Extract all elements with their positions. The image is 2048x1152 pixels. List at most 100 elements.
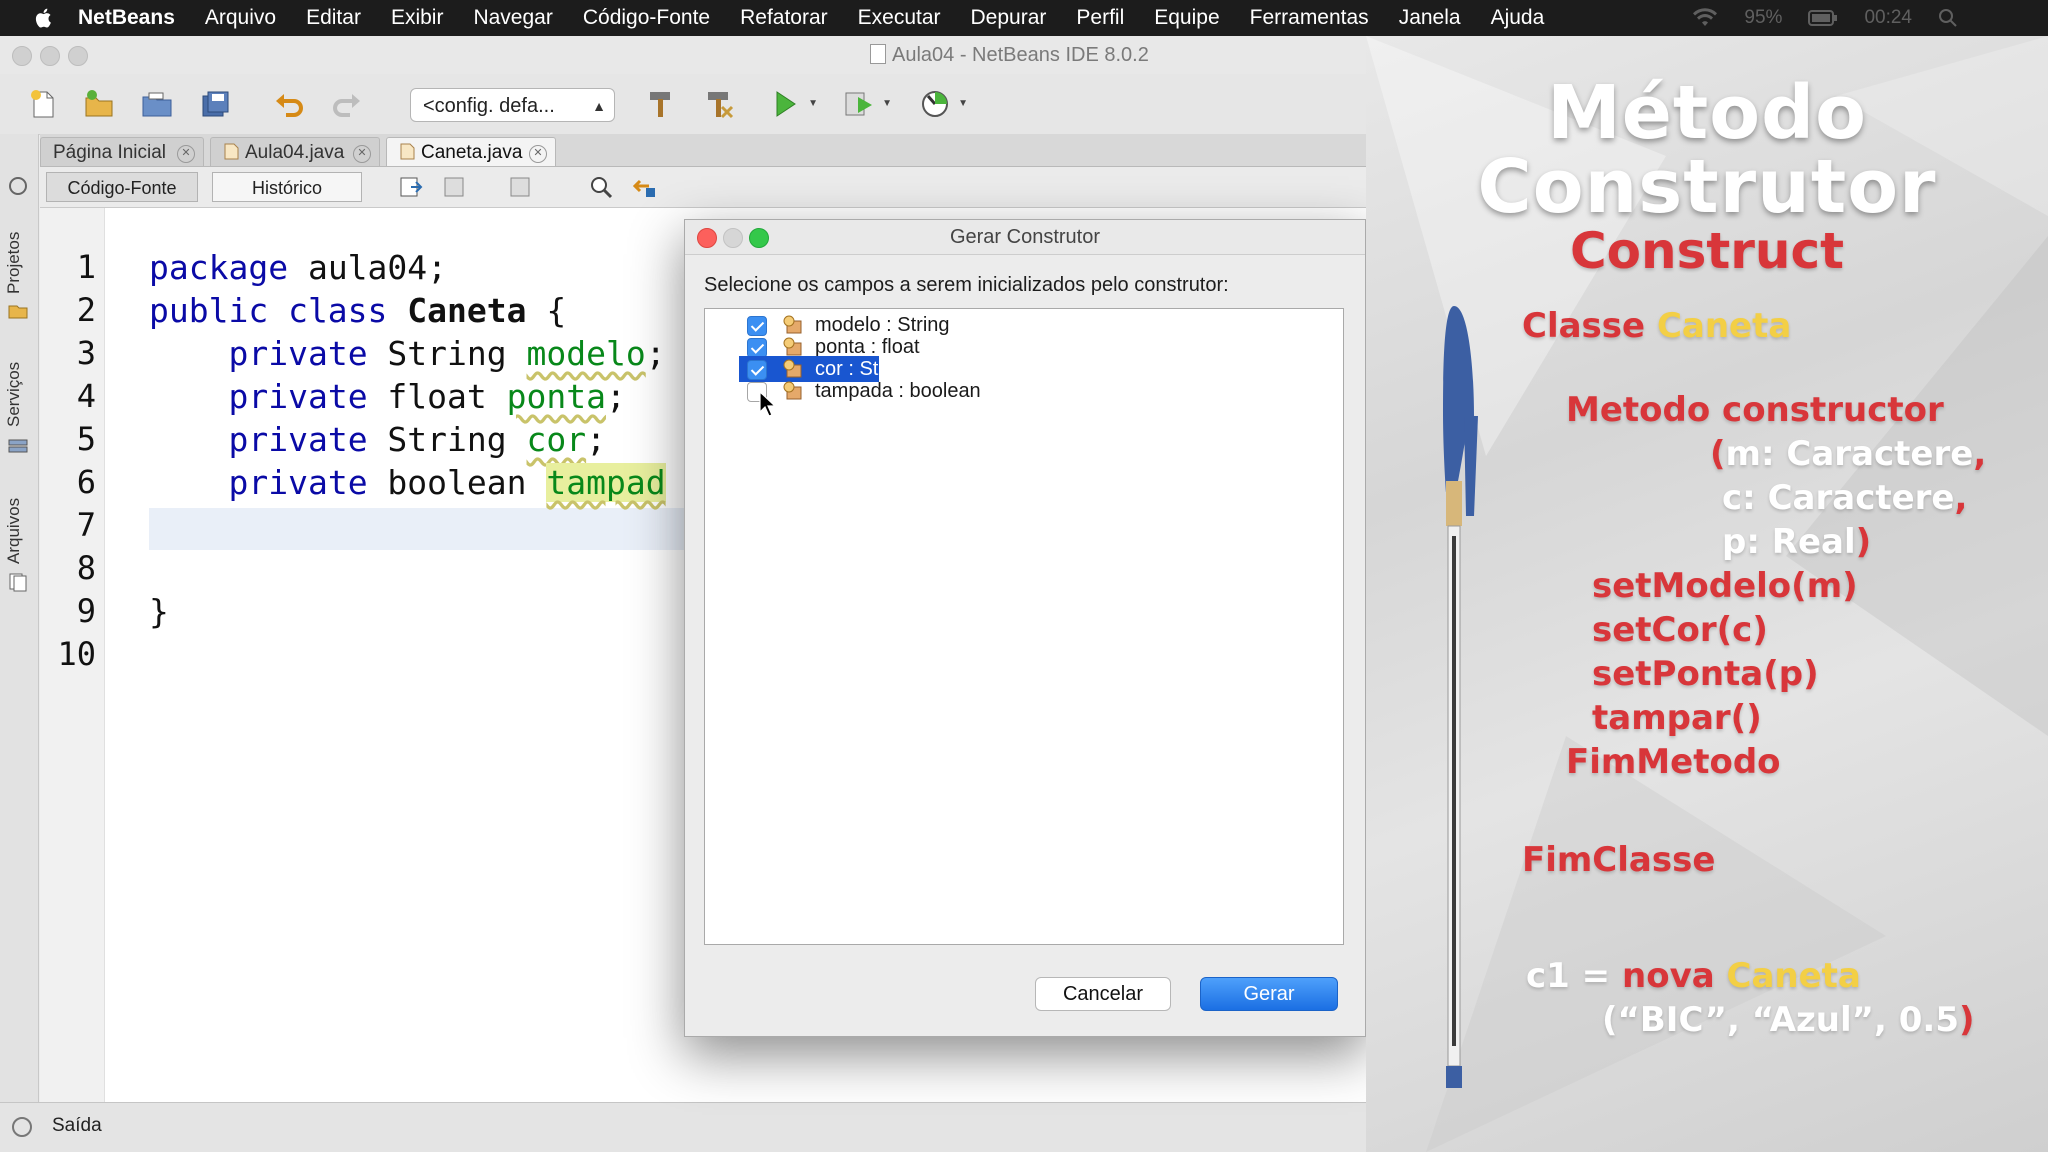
pseudocode-operator: = [1581,956,1611,996]
menu-depurar[interactable]: Depurar [971,6,1047,30]
panel-servicos[interactable]: Serviços [4,362,24,427]
line-number: 6 [76,463,96,501]
restore-panel-icon[interactable] [7,176,29,196]
window-title: Aula04 - NetBeans IDE 8.0.2 [870,44,1149,67]
menu-ajuda[interactable]: Ajuda [1491,6,1545,30]
undo-button[interactable] [270,86,308,122]
menu-editar[interactable]: Editar [306,6,361,30]
run-icon [776,91,796,117]
document-icon [870,44,886,64]
window-close-button[interactable] [12,46,32,66]
save-all-button[interactable] [196,86,234,122]
output-panel-tab[interactable]: Saída [52,1115,102,1137]
dialog-title: Gerar Construtor [949,226,1101,248]
debug-dropdown-icon[interactable]: ▼ [882,98,892,109]
menu-perfil[interactable]: Perfil [1076,6,1124,30]
last-edit-icon[interactable] [398,174,424,200]
slide-instantiation-line: c1 = nova Caneta [1526,956,1861,996]
code-line-5[interactable]: private String cor; [149,420,606,459]
field-row-tampada[interactable]: tampada : boolean [705,378,1341,404]
dialog-minimize-button [723,228,743,248]
close-tab-icon[interactable]: ✕ [177,145,195,163]
pseudocode-comma: , [1973,434,1987,474]
tab-label: Página Inicial [53,142,167,163]
clock[interactable]: 00:24 [1864,7,1912,29]
pseudocode-class-name: Caneta [1656,306,1792,346]
field-checkbox[interactable] [747,338,767,358]
pseudocode-paren: ) [1855,522,1872,562]
panel-arquivos[interactable]: Arquivos [4,498,24,564]
generate-button[interactable]: Gerar [1200,977,1338,1011]
history-view-button[interactable]: Histórico [212,172,362,202]
menu-refatorar[interactable]: Refatorar [740,6,828,30]
profile-button[interactable]: ▼ [916,86,968,122]
restore-output-icon[interactable] [12,1117,32,1137]
close-tab-icon[interactable]: ✕ [529,145,547,163]
source-view-button[interactable]: Código-Fonte [46,172,198,202]
field-checkbox[interactable] [747,360,767,380]
clean-build-button[interactable] [700,86,738,122]
menu-codigo-fonte[interactable]: Código-Fonte [583,6,710,30]
cancel-button[interactable]: Cancelar [1035,977,1171,1011]
new-file-button[interactable] [24,86,62,122]
field-checkbox[interactable] [747,316,767,336]
redo-button[interactable] [328,86,366,122]
line-number-gutter: 1 2 3 4 5 6 7 8 9 10 [40,208,105,1116]
code-line-6[interactable]: private boolean tampad [149,463,666,502]
field-checklist[interactable]: modelo : String ponta : float cor : Stri… [704,308,1344,945]
dialog-prompt: Selecione os campos a serem inicializado… [704,274,1229,296]
window-zoom-button[interactable] [68,46,88,66]
open-project-button[interactable] [138,86,176,122]
code-line-9[interactable]: } [149,592,169,631]
menu-app-name[interactable]: NetBeans [78,6,175,30]
close-tab-icon[interactable]: ✕ [353,145,371,163]
pseudocode-keyword: Classe [1522,306,1646,346]
line-number: 8 [76,549,96,587]
tab-aula04-java[interactable]: Aula04.java ✕ [210,137,380,166]
panel-projetos[interactable]: Projetos [4,232,24,294]
menu-arquivo[interactable]: Arquivo [205,6,276,30]
menu-ferramentas[interactable]: Ferramentas [1250,6,1369,30]
keyword: private [228,377,368,416]
code-line-2[interactable]: public class Caneta { [149,291,566,330]
pseudocode-paren: ( [1710,434,1726,474]
wifi-icon[interactable] [1692,8,1718,28]
pseudocode-var: c1 [1526,956,1570,996]
code-line-4[interactable]: private float ponta; [149,377,625,416]
tab-pagina-inicial[interactable]: Página Inicial ✕ [40,137,204,166]
menu-bar: NetBeans Arquivo Editar Exibir Navegar C… [0,0,2048,36]
search-icon[interactable] [1938,8,1958,28]
menu-exibir[interactable]: Exibir [391,6,444,30]
code-line-1[interactable]: package aula04; [149,248,447,287]
menu-navegar[interactable]: Navegar [473,6,552,30]
slide-call-setmodelo: setModelo(m) [1592,566,1858,606]
dialog-zoom-button[interactable] [749,228,769,248]
back-icon[interactable] [442,174,468,200]
forward-icon[interactable] [508,174,534,200]
tab-caneta-java[interactable]: Caneta.java ✕ [386,137,556,166]
profile-dropdown-icon[interactable]: ▼ [958,98,968,109]
private-field-icon [783,381,802,400]
run-dropdown-icon[interactable]: ▼ [808,98,818,109]
find-previous-icon[interactable] [632,174,658,200]
code-line-3[interactable]: private String modelo; [149,334,665,373]
tab-label: Caneta.java [421,142,523,163]
menu-executar[interactable]: Executar [858,6,941,30]
line-number: 1 [76,248,96,286]
new-project-button[interactable] [80,86,118,122]
window-minimize-button[interactable] [40,46,60,66]
configuration-select[interactable]: <config. defa... ▲▼ [410,88,615,148]
code-text: { [526,291,567,330]
apple-logo-icon[interactable] [32,6,56,30]
menu-equipe[interactable]: Equipe [1154,6,1219,30]
battery-icon[interactable] [1808,10,1838,26]
slide-metodo-line: Metodo constructor [1566,390,1944,430]
build-button[interactable] [642,86,680,122]
menu-janela[interactable]: Janela [1399,6,1461,30]
dialog-titlebar: Gerar Construtor [685,220,1365,255]
run-button[interactable]: ▼ [766,86,818,122]
debug-button[interactable]: ▼ [840,86,892,122]
keyword: private [228,420,368,459]
dialog-close-button[interactable] [697,228,717,248]
find-icon[interactable] [588,174,614,200]
